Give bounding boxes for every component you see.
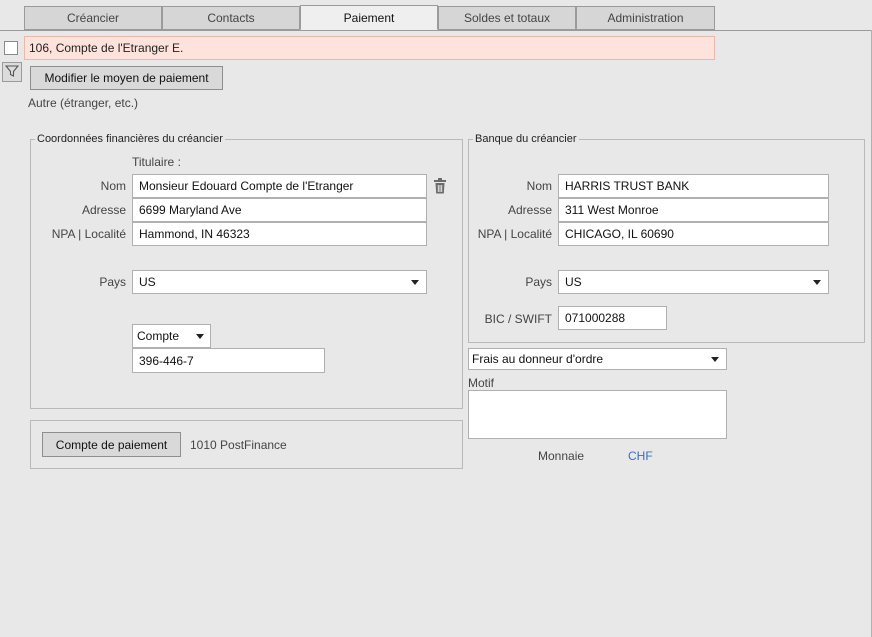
motif-textarea[interactable]	[468, 390, 727, 439]
financial-group-title: Coordonnées financières du créancier	[35, 133, 225, 145]
bank-address-label: Adresse	[507, 203, 552, 217]
holder-address-value: 6699 Maryland Ave	[139, 203, 242, 217]
trash-icon[interactable]	[432, 177, 448, 198]
bank-country-label: Pays	[525, 275, 552, 289]
filter-icon	[4, 64, 20, 81]
payment-account-value: 1010 PostFinance	[190, 438, 287, 452]
fees-value: Frais au donneur d'ordre	[472, 352, 604, 366]
fees-select[interactable]: Frais au donneur d'ordre	[468, 348, 727, 370]
tab-divider	[0, 30, 872, 31]
chevron-down-icon	[711, 356, 719, 362]
modify-payment-method-button[interactable]: Modifier le moyen de paiement	[30, 66, 223, 90]
chevron-down-icon	[196, 333, 204, 339]
currency-label: Monnaie	[538, 449, 585, 463]
bank-group-title: Banque du créancier	[473, 133, 579, 145]
record-checkbox[interactable]	[4, 41, 18, 55]
account-number-value: 396-446-7	[139, 353, 194, 368]
payment-type-label: Autre (étranger, etc.)	[28, 96, 139, 110]
chevron-down-icon	[411, 279, 419, 285]
bic-label: BIC / SWIFT	[484, 312, 552, 326]
bic-input[interactable]: 071000288	[558, 306, 667, 330]
holder-npa-label: NPA | Localité	[51, 227, 126, 241]
motif-label: Motif	[468, 376, 495, 390]
holder-country-value: US	[139, 275, 156, 289]
payment-account-button[interactable]: Compte de paiement	[42, 432, 181, 457]
account-type-value: Compte	[137, 329, 180, 343]
bank-address-value: 311 West Monroe	[565, 203, 659, 217]
holder-name-value: Monsieur Edouard Compte de l'Etranger	[139, 179, 354, 193]
tab-paiement[interactable]: Paiement	[300, 5, 438, 30]
bank-npa-value: CHICAGO, IL 60690	[565, 227, 674, 241]
tab-administration[interactable]: Administration	[576, 6, 715, 30]
filter-button[interactable]	[2, 62, 22, 82]
tab-creancier[interactable]: Créancier	[24, 6, 162, 30]
holder-address-input[interactable]: 6699 Maryland Ave	[132, 198, 427, 222]
holder-npa-input[interactable]: Hammond, IN 46323	[132, 222, 427, 246]
currency-value[interactable]: CHF	[628, 449, 653, 463]
holder-name-input[interactable]: Monsieur Edouard Compte de l'Etranger	[132, 174, 427, 198]
bank-address-input[interactable]: 311 West Monroe	[558, 198, 829, 222]
holder-country-select[interactable]: US	[132, 270, 427, 294]
bic-value: 071000288	[565, 311, 626, 325]
holder-country-label: Pays	[99, 275, 126, 289]
account-type-select[interactable]: Compte	[132, 324, 211, 348]
tab-soldes-et-totaux[interactable]: Soldes et totaux	[438, 6, 576, 30]
record-title: 106, Compte de l'Etranger E.	[29, 41, 184, 55]
bank-npa-label: NPA | Localité	[477, 227, 552, 241]
bank-npa-input[interactable]: CHICAGO, IL 60690	[558, 222, 829, 246]
bank-country-select[interactable]: US	[558, 270, 829, 294]
tab-contacts[interactable]: Contacts	[162, 6, 300, 30]
bank-name-label: Nom	[526, 179, 552, 193]
holder-npa-value: Hammond, IN 46323	[139, 227, 250, 241]
holder-address-label: Adresse	[81, 203, 126, 217]
bank-country-value: US	[565, 275, 582, 289]
account-number-input[interactable]: 396-446-7	[132, 348, 325, 373]
record-title-bar: 106, Compte de l'Etranger E.	[24, 36, 715, 60]
holder-label: Titulaire :	[132, 155, 181, 169]
bank-name-input[interactable]: HARRIS TRUST BANK	[558, 174, 829, 198]
bank-name-value: HARRIS TRUST BANK	[565, 179, 690, 193]
chevron-down-icon	[813, 279, 821, 285]
holder-name-label: Nom	[100, 179, 126, 193]
